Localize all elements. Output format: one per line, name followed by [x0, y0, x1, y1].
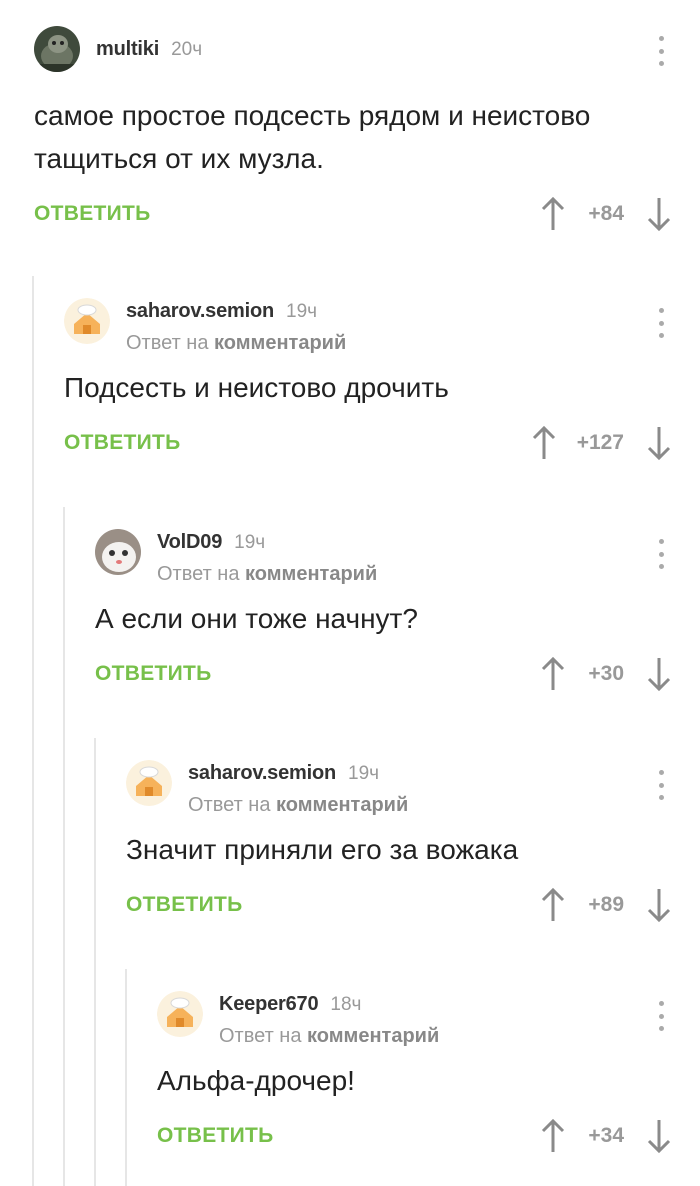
animal-photo-avatar[interactable] — [34, 26, 80, 72]
downvote-arrow-icon[interactable] — [646, 425, 672, 461]
vote-controls: +34 — [540, 1116, 672, 1156]
comment-meta: VolD09 19ч — [157, 531, 265, 554]
comment-meta: saharov.semion 19ч — [126, 300, 317, 323]
vote-controls: +127 — [531, 423, 672, 463]
comment-time: 18ч — [330, 994, 362, 1015]
vote-controls: +30 — [540, 654, 672, 694]
upvote-arrow-icon[interactable] — [531, 425, 557, 461]
comment: saharov.semion 19ч Ответ на комментарий З… — [126, 754, 700, 931]
author-name[interactable]: saharov.semion — [188, 762, 336, 784]
thread-line — [63, 507, 65, 1186]
upvote-arrow-icon[interactable] — [540, 887, 566, 923]
comment-meta: Keeper670 18ч — [219, 993, 361, 1016]
author-name[interactable]: VolD09 — [157, 531, 222, 553]
author-name[interactable]: Keeper670 — [219, 993, 319, 1015]
comment-rating: +34 — [588, 1124, 624, 1147]
downvote-arrow-icon[interactable] — [646, 1118, 672, 1154]
reply-to-link[interactable]: комментарий — [245, 563, 377, 585]
reply-to-line: Ответ на комментарий — [219, 1025, 440, 1047]
thread-line — [94, 738, 96, 1186]
comment-text: самое простое подсесть рядом и неистово … — [34, 100, 591, 174]
reply-button[interactable]: ОТВЕТИТЬ — [64, 431, 181, 455]
more-options-icon[interactable] — [652, 1001, 670, 1031]
comment-time: 19ч — [234, 532, 266, 553]
comment-rating: +84 — [588, 202, 624, 225]
comment-text: Значит приняли его за вожака — [126, 834, 519, 865]
default-house-avatar[interactable] — [157, 991, 203, 1037]
default-house-avatar[interactable] — [64, 298, 110, 344]
more-options-icon[interactable] — [652, 539, 670, 569]
default-house-avatar[interactable] — [126, 760, 172, 806]
comment: multiki 20ч самое простое подсесть рядом … — [34, 20, 700, 240]
reply-button[interactable]: ОТВЕТИТЬ — [95, 662, 212, 686]
comment-meta: saharov.semion 19ч — [188, 762, 379, 785]
comment-text: Подсесть и неистово дрочить — [64, 372, 449, 403]
reply-to-link[interactable]: комментарий — [214, 332, 346, 354]
upvote-arrow-icon[interactable] — [540, 196, 566, 232]
reply-to-line: Ответ на комментарий — [188, 794, 409, 816]
thread-line — [32, 276, 34, 1186]
comment-time: 19ч — [286, 301, 318, 322]
comment: saharov.semion 19ч Ответ на комментарий П… — [64, 292, 700, 469]
comment: Keeper670 18ч Ответ на комментарий Альфа-… — [157, 985, 700, 1162]
upvote-arrow-icon[interactable] — [540, 656, 566, 692]
comment-rating: +30 — [588, 662, 624, 685]
downvote-arrow-icon[interactable] — [646, 656, 672, 692]
author-name[interactable]: saharov.semion — [126, 300, 274, 322]
more-options-icon[interactable] — [652, 36, 670, 66]
more-options-icon[interactable] — [652, 308, 670, 338]
thread-line — [125, 969, 127, 1186]
vote-controls: +89 — [540, 885, 672, 925]
reply-to-link[interactable]: комментарий — [307, 1025, 439, 1047]
upvote-arrow-icon[interactable] — [540, 1118, 566, 1154]
reply-to-line: Ответ на комментарий — [126, 332, 347, 354]
white-cat-avatar[interactable] — [95, 529, 141, 575]
reply-button[interactable]: ОТВЕТИТЬ — [126, 893, 243, 917]
comment-rating: +127 — [576, 431, 624, 454]
more-options-icon[interactable] — [652, 770, 670, 800]
reply-button[interactable]: ОТВЕТИТЬ — [34, 202, 151, 226]
vote-controls: +84 — [540, 194, 672, 234]
comment-time: 20ч — [171, 39, 203, 60]
reply-to-link[interactable]: комментарий — [276, 794, 408, 816]
comment-text: Альфа-дрочер! — [157, 1065, 355, 1096]
downvote-arrow-icon[interactable] — [646, 196, 672, 232]
comment-time: 19ч — [348, 763, 380, 784]
reply-button[interactable]: ОТВЕТИТЬ — [157, 1124, 274, 1148]
comment-text: А если они тоже начнут? — [95, 603, 418, 634]
downvote-arrow-icon[interactable] — [646, 887, 672, 923]
reply-to-line: Ответ на комментарий — [157, 563, 378, 585]
comment-rating: +89 — [588, 893, 624, 916]
comment: VolD09 19ч Ответ на комментарий А если он… — [95, 523, 700, 700]
author-name[interactable]: multiki — [96, 38, 159, 60]
comment-meta: multiki 20ч — [96, 38, 202, 61]
